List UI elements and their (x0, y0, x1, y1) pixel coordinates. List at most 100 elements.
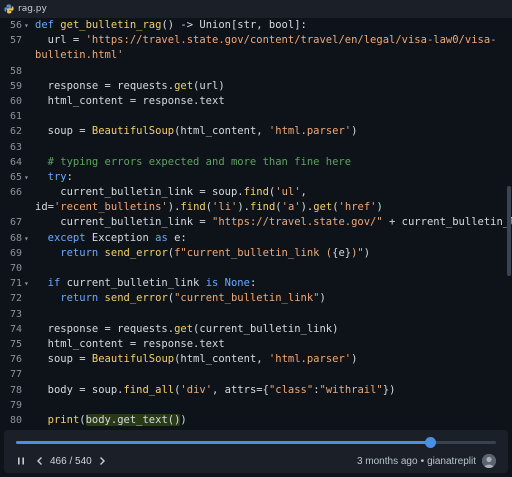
line-text: url = 'https://travel.state.gov/content/… (35, 33, 497, 48)
code-token: send_error (104, 246, 168, 259)
chevron-right-icon[interactable] (98, 456, 106, 466)
line-number: 78 (9, 384, 22, 396)
code-token: ) (351, 125, 358, 138)
code-line: 65 ▾ try: (0, 170, 512, 185)
code-line: 59 response = requests.get(url) (0, 79, 512, 94)
code-token: "class" (268, 383, 314, 396)
file-tab-label: rag.py (18, 4, 47, 14)
replay-meta: 3 months ago • gianatreplit (357, 453, 496, 469)
code-token: (url) (193, 79, 225, 92)
code-token: send_error (104, 292, 168, 305)
code-line: 69 return send_error(f"current_bulletin_… (0, 246, 512, 261)
line-text: if current_bulletin_link is None: (35, 276, 257, 291)
line-number: 77 (9, 369, 22, 381)
line-gutter: 75 (0, 337, 34, 352)
line-gutter: 78 (0, 383, 34, 398)
code-token: soup = (35, 125, 92, 138)
line-gutter: 57 (0, 33, 34, 48)
line-gutter: 76 (0, 352, 34, 367)
line-gutter: 63 (0, 140, 34, 155)
line-gutter: 62 (0, 124, 34, 139)
line-text: current_bulletin_link = "https://travel.… (35, 215, 512, 230)
code-token: }) (382, 383, 396, 396)
code-token: return (35, 292, 105, 305)
chevron-left-icon[interactable] (36, 456, 44, 466)
code-token: find (250, 201, 276, 214)
code-token: BeautifulSoup (91, 125, 175, 138)
code-token: )" (351, 246, 364, 259)
code-token: bulletin.html' (35, 49, 124, 62)
line-gutter (0, 200, 34, 215)
line-gutter: 69 (0, 246, 34, 261)
line-number: 72 (9, 293, 22, 305)
file-tab[interactable]: rag.py (0, 0, 53, 18)
progress-thumb[interactable] (425, 437, 437, 448)
line-gutter (0, 48, 34, 63)
code-token: # typing errors expected and more than f… (35, 155, 352, 168)
avatar[interactable] (482, 454, 496, 468)
fold-chevron-icon[interactable]: ▾ (24, 276, 29, 291)
editor-scrollbar[interactable] (507, 186, 511, 276)
fold-chevron-icon[interactable]: ▾ (24, 170, 29, 185)
line-gutter: 71 ▾ (0, 276, 34, 291)
code-line: 67 current_bulletin_link = "https://trav… (0, 215, 512, 230)
line-text: soup = BeautifulSoup(html_content, 'html… (35, 352, 358, 367)
line-text: current_bulletin_link = soup.find('ul', (35, 185, 307, 200)
code-token: if (35, 277, 67, 290)
code-line: 68 ▾ except Exception as e: (0, 231, 512, 246)
tab-bar: rag.py (0, 0, 512, 18)
code-token: ). (167, 201, 181, 214)
code-token: url = (35, 34, 86, 47)
line-text: html_content = response.text (35, 94, 225, 109)
code-token: get (174, 79, 194, 92)
code-token: 'recent_bulletins' (53, 201, 168, 214)
code-line: 57 url = 'https://travel.state.gov/conte… (0, 33, 512, 48)
line-number: 57 (9, 35, 22, 47)
code-token: current_bulletin_link = soup. (35, 186, 244, 199)
code-line: 80 print(body.get_text()) (0, 413, 512, 428)
code-token: 'html.parser' (268, 353, 352, 366)
step-separator: / (69, 455, 73, 467)
code-token: id= (35, 201, 54, 214)
code-token: e: (174, 231, 187, 244)
line-number: 76 (9, 354, 22, 366)
code-token: html_content = response.text (35, 337, 225, 350)
code-token: ) (363, 246, 371, 259)
line-text: except Exception as e: (35, 231, 187, 246)
code-line: 60 html_content = response.text (0, 94, 512, 109)
code-line: 63 (0, 140, 512, 155)
line-number: 62 (9, 126, 22, 138)
code-token: : (249, 277, 257, 290)
progress-track[interactable] (16, 437, 496, 448)
code-token: Exception (91, 231, 156, 244)
line-number: 74 (9, 323, 22, 335)
code-token: 'a' (281, 201, 301, 214)
author-name[interactable]: gianatreplit (427, 456, 476, 467)
line-text: return send_error(f"current_bulletin_lin… (35, 246, 370, 261)
code-line: 64 # typing errors expected and more tha… (0, 155, 512, 170)
line-gutter: 56 ▾ (0, 18, 34, 33)
code-token: print (47, 413, 80, 426)
code-token: find (243, 186, 269, 199)
line-gutter: 70 (0, 261, 34, 276)
line-text: soup = BeautifulSoup(html_content, 'html… (35, 124, 358, 139)
line-text: html_content = response.text (35, 337, 225, 352)
code-token: (current_bulletin_link) (193, 322, 339, 335)
pause-icon[interactable] (16, 456, 26, 466)
line-number: 75 (9, 338, 22, 350)
line-gutter: 66 (0, 185, 34, 200)
line-gutter: 77 (0, 367, 34, 382)
meta-separator: • (420, 455, 425, 467)
code-token: ). (237, 201, 250, 214)
code-token: 'li' (212, 201, 238, 214)
line-gutter: 65 ▾ (0, 170, 34, 185)
code-editor[interactable]: 56 ▾ def get_bulletin_rag() -> Union[str, … (0, 18, 512, 430)
code-line: 66 current_bulletin_link = soup.find('ul… (0, 185, 512, 200)
line-number: 61 (9, 111, 22, 123)
line-gutter: 64 (0, 155, 34, 170)
fold-chevron-icon[interactable]: ▾ (24, 18, 29, 33)
line-gutter: 72 (0, 291, 34, 306)
fold-chevron-icon[interactable]: ▾ (24, 231, 29, 246)
code-token: response = requests. (35, 79, 175, 92)
